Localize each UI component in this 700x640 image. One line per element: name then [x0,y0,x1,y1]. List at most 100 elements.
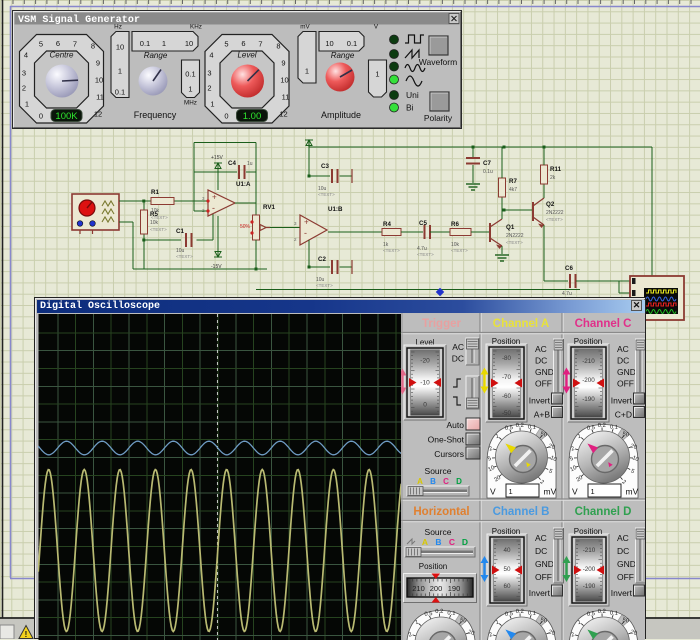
svg-text:1.00: 1.00 [243,111,262,122]
svg-text:<TEXT>: <TEXT> [546,217,563,222]
svg-text:-200: -200 [582,377,595,384]
svg-text:0.1: 0.1 [528,610,537,617]
svg-text:U1:B: U1:B [328,206,343,213]
svg-text:R1: R1 [151,189,159,196]
svg-text:1: 1 [591,487,595,496]
svg-text:R4: R4 [383,221,391,228]
svg-text:C6: C6 [565,265,573,272]
svg-text:10: 10 [116,43,124,52]
svg-text:2: 2 [22,84,26,93]
svg-text:200: 200 [430,584,443,593]
svg-text:Channel B: Channel B [493,506,550,518]
svg-text:6: 6 [241,39,245,48]
svg-text:5: 5 [224,40,228,49]
svg-text:0.1: 0.1 [347,39,357,48]
svg-text:11: 11 [96,93,104,102]
svg-text:DC: DC [617,546,629,556]
svg-text:Range: Range [331,51,355,60]
svg-text:Q2: Q2 [546,201,555,208]
svg-text:60: 60 [503,583,511,590]
svg-text:<TEXT>: <TEXT> [176,254,193,259]
svg-text:Hz: Hz [114,24,122,31]
svg-text:OFF: OFF [617,379,634,389]
svg-text:AC: AC [617,533,629,543]
svg-text:2k: 2k [550,175,556,181]
svg-text:-50: -50 [502,410,512,417]
svg-text:GND: GND [535,559,554,569]
svg-text:Level: Level [237,51,256,60]
svg-text:R7: R7 [509,178,517,185]
svg-text:0.2: 0.2 [516,423,524,429]
svg-text:Waveform: Waveform [419,57,457,67]
svg-text:50: 50 [622,617,629,624]
svg-text:-: - [212,203,215,213]
svg-text:Invert: Invert [611,396,633,406]
svg-text:Frequency: Frequency [134,110,177,120]
svg-text:-210: -210 [582,358,595,365]
svg-text:C5: C5 [419,220,427,227]
svg-text:<TEXT>: <TEXT> [150,227,167,232]
svg-text:D: D [462,537,468,547]
svg-text:+15V: +15V [211,155,223,161]
svg-text:11: 11 [282,93,290,102]
svg-text:1u: 1u [247,161,253,167]
svg-text:Amplitude: Amplitude [321,110,361,120]
svg-text:DC: DC [535,356,547,366]
svg-text:10: 10 [185,39,193,48]
svg-text:210: 210 [412,584,425,593]
svg-text:C3: C3 [321,163,329,170]
svg-text:Range: Range [144,51,168,60]
svg-text:AC: AC [452,342,464,352]
svg-text:1: 1 [509,487,513,496]
svg-text:GND: GND [535,367,554,377]
svg-text:4: 4 [24,51,28,60]
svg-text:B: B [430,477,436,486]
svg-text:50: 50 [622,431,629,438]
svg-text:2: 2 [207,84,211,93]
svg-text:Channel D: Channel D [575,506,632,518]
svg-text:Channel C: Channel C [575,318,632,330]
svg-text:Auto: Auto [447,420,465,430]
svg-text:Position: Position [492,337,520,346]
svg-text:One-Shot: One-Shot [428,435,465,445]
svg-text:10: 10 [280,76,288,85]
svg-text:KHz: KHz [190,24,202,31]
svg-text:MHz: MHz [184,100,197,107]
svg-text:B: B [435,537,441,547]
svg-text:190: 190 [448,584,461,593]
svg-text:A: A [417,477,423,486]
svg-text:C4: C4 [228,160,236,167]
svg-text:-190: -190 [583,583,596,590]
svg-text:R6: R6 [451,221,459,228]
svg-text:-: - [304,228,307,238]
svg-text:0: 0 [224,112,228,121]
svg-text:2N2222: 2N2222 [506,233,524,239]
svg-text:2N2222: 2N2222 [546,210,564,216]
svg-text:Position: Position [574,337,602,346]
svg-text:C+D: C+D [615,410,632,420]
svg-text:Source: Source [425,466,452,476]
svg-text:2: 2 [294,237,297,242]
svg-text:0.2: 0.2 [598,423,606,429]
svg-text:0.1: 0.1 [610,610,619,617]
svg-text:!: ! [25,630,28,639]
svg-text:0.5: 0.5 [424,611,433,618]
svg-text:50: 50 [503,566,511,573]
svg-text:C2: C2 [318,256,326,263]
svg-text:OFF: OFF [617,572,634,582]
svg-text:V: V [490,487,496,497]
svg-text:50: 50 [540,617,547,624]
svg-text:3: 3 [22,69,26,78]
svg-text:-20: -20 [420,358,430,365]
svg-text:Source: Source [425,527,452,537]
svg-text:mV: mV [300,24,310,31]
svg-text:-200: -200 [583,566,596,573]
svg-text:3: 3 [207,69,211,78]
svg-text:10: 10 [325,39,333,48]
svg-text:Horizontal: Horizontal [413,506,469,518]
svg-text:7: 7 [73,40,77,49]
svg-text:8: 8 [91,42,95,51]
svg-text:mV: mV [544,487,557,497]
svg-text:GND: GND [617,559,636,569]
svg-text:Invert: Invert [529,396,551,406]
